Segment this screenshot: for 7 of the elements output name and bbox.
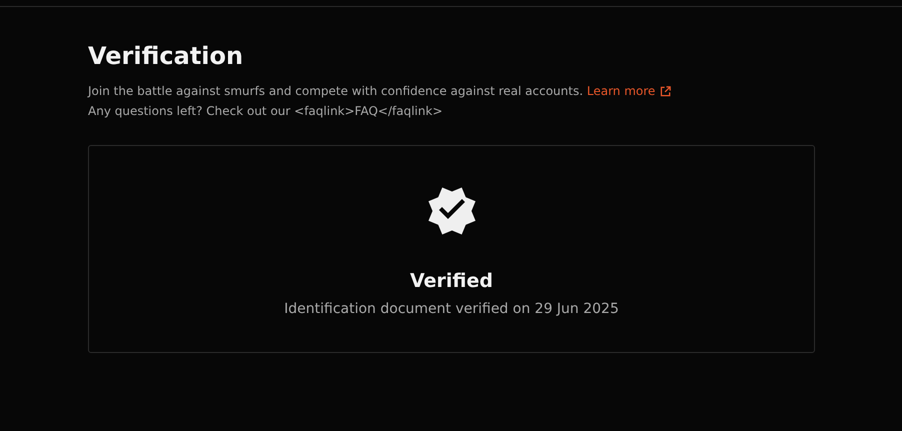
learn-more-link[interactable]: Learn more	[586, 81, 672, 101]
page-title: Verification	[88, 41, 244, 71]
external-link-icon	[660, 86, 672, 96]
description-text: Join the battle against smurfs and compete with confidence against real accounts.	[88, 84, 584, 98]
status-heading: Verified	[410, 269, 493, 293]
faq-text: Any questions left? Check out our <faqlink>FAQ</faqlink>	[88, 103, 444, 120]
status-detail: Identification document verified on 29 Jun 2025	[284, 300, 619, 319]
